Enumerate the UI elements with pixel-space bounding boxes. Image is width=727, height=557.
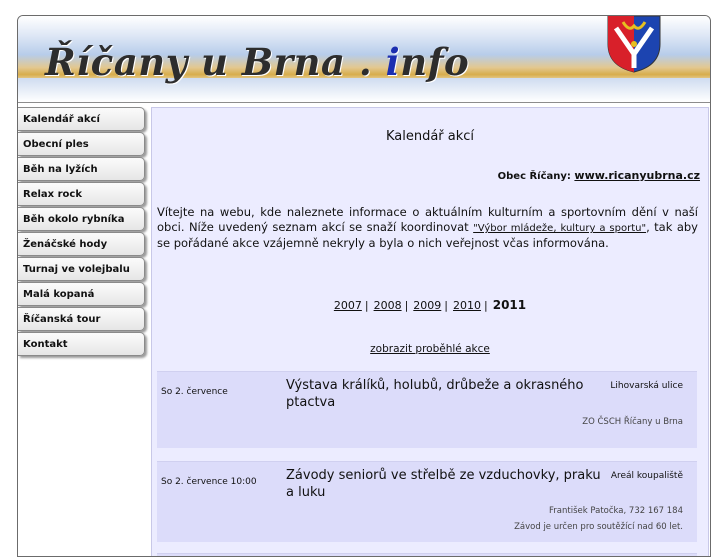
sidebar-item-mala-kopana[interactable]: Malá kopaná (18, 282, 145, 306)
event-organizer: František Patočka, 732 167 184 (549, 506, 683, 516)
event-date: So 2. července (161, 387, 228, 397)
sidebar-item-obecni-ples[interactable]: Obecní ples (18, 132, 145, 156)
event-title[interactable]: Závody seniorů ve střelbě ze vzduchovky,… (286, 467, 602, 501)
event-row: So 2. července Výstava králíků, holubů, … (157, 371, 697, 448)
year-link-2010[interactable]: 2010 (453, 299, 481, 312)
site-title-i: i (385, 40, 401, 84)
year-selector: 2007 | 2008 | 2009 | 2010 | 2011 (152, 298, 708, 312)
main-content: Kalendář akcí Obec Říčany: www.ricanyubr… (151, 107, 709, 556)
event-title[interactable]: Výstava králíků, holubů, drůbeže a okras… (286, 377, 602, 411)
committee-link[interactable]: "Výbor mládeže, kultury a sportu" (473, 223, 646, 234)
obec-line: Obec Říčany: www.ricanyubrna.cz (498, 169, 700, 182)
year-separator: | (484, 299, 488, 312)
year-separator: | (364, 299, 369, 312)
sidebar-item-beh-na-lyzich[interactable]: Běh na lyžích (18, 157, 145, 181)
obec-website-link[interactable]: www.ricanyubrna.cz (574, 169, 700, 182)
year-separator: | (404, 299, 409, 312)
event-row-partial (157, 553, 697, 556)
show-past-events: zobrazit proběhlé akce (152, 343, 708, 355)
obec-label: Obec Říčany: (497, 171, 571, 182)
show-past-events-link[interactable]: zobrazit proběhlé akce (370, 343, 490, 355)
sidebar-item-zenacske-hody[interactable]: Ženáčské hody (18, 232, 145, 256)
event-organizer: ZO ČSCH Říčany u Brna (582, 417, 683, 427)
site-header: Říčany u Brna . info (18, 16, 710, 103)
sidebar-item-beh-okolo-rybnika[interactable]: Běh okolo rybníka (18, 207, 145, 231)
page-title: Kalendář akcí (385, 129, 475, 144)
event-place: Lihovarská ulice (610, 381, 683, 391)
event-place: Areál koupaliště (610, 471, 683, 481)
current-year: 2011 (492, 298, 527, 312)
intro-paragraph: Vítejte na webu, kde naleznete informace… (157, 205, 698, 251)
sidebar-item-ricanska-tour[interactable]: Říčanská tour (18, 307, 145, 331)
event-row: So 2. července 10:00 Závody seniorů ve s… (157, 461, 697, 542)
site-title-end: nfo (400, 40, 470, 84)
sidebar-nav: Kalendář akcí Obecní ples Běh na lyžích … (18, 107, 145, 357)
page-frame: Říčany u Brna . info Kalendář akcí Obecn… (17, 15, 711, 557)
site-title[interactable]: Říčany u Brna . info (45, 40, 469, 84)
year-separator: | (444, 299, 449, 312)
event-note: Závod je určen pro soutěžící nad 60 let. (514, 522, 683, 532)
year-link-2008[interactable]: 2008 (374, 299, 402, 312)
year-link-2007[interactable]: 2007 (334, 299, 362, 312)
sidebar-item-relax-rock[interactable]: Relax rock (18, 182, 145, 206)
sidebar-item-kalendar[interactable]: Kalendář akcí (18, 107, 145, 131)
sidebar-item-kontakt[interactable]: Kontakt (18, 332, 145, 356)
site-title-main: Říčany u Brna . (45, 40, 386, 84)
sidebar-item-turnaj-volejbal[interactable]: Turnaj ve volejbalu (18, 257, 145, 281)
event-date: So 2. července 10:00 (161, 477, 257, 487)
year-link-2009[interactable]: 2009 (413, 299, 441, 312)
coat-of-arms-icon (607, 16, 661, 73)
